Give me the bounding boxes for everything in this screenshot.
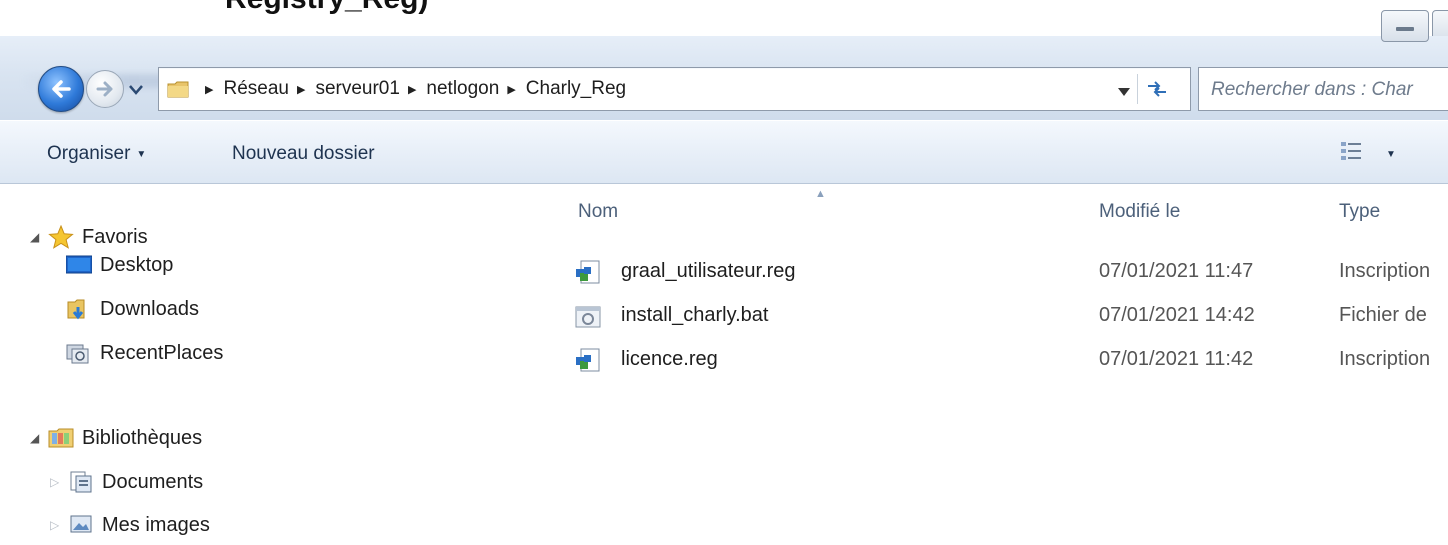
- file-row[interactable]: licence.reg 07/01/2021 11:42 Inscription: [575, 342, 1448, 382]
- forward-button[interactable]: [86, 70, 124, 108]
- desktop-icon: [66, 255, 92, 274]
- file-name: licence.reg: [621, 348, 718, 370]
- chevron-down-icon: ▼: [136, 149, 147, 160]
- divider: [1137, 74, 1138, 104]
- history-dropdown-button[interactable]: [128, 83, 144, 101]
- address-bar[interactable]: ▶ Réseau ▶ serveur01 ▶ netlogon ▶ Charly…: [158, 67, 1191, 111]
- libraries-icon: [48, 428, 74, 448]
- file-name: graal_utilisateur.reg: [621, 260, 796, 282]
- file-modified: 07/01/2021 11:47: [1099, 260, 1254, 282]
- command-bar: Organiser ▼ Nouveau dossier ▼: [0, 120, 1448, 184]
- sidebar-item-desktop[interactable]: Desktop: [66, 245, 173, 285]
- file-modified: 07/01/2021 11:42: [1099, 348, 1254, 370]
- organize-label: Organiser: [47, 143, 131, 164]
- file-modified: 07/01/2021 14:42: [1099, 304, 1255, 326]
- expand-arrow-icon[interactable]: ▷: [50, 475, 68, 489]
- file-name: install_charly.bat: [621, 304, 769, 326]
- view-dropdown-icon[interactable]: ▼: [1386, 149, 1396, 160]
- file-type: Fichier de: [1339, 304, 1427, 326]
- address-dropdown-button[interactable]: [1117, 84, 1131, 102]
- organize-button[interactable]: Organiser ▼: [47, 143, 146, 165]
- search-input[interactable]: Rechercher dans : Char: [1198, 67, 1448, 111]
- collapse-arrow-icon[interactable]: ◢: [30, 431, 48, 445]
- back-button[interactable]: [38, 66, 84, 112]
- refresh-icon: [1148, 81, 1166, 97]
- chevron-down-icon: [129, 85, 143, 95]
- downloads-folder-icon: [67, 299, 85, 320]
- breadcrumb-item-reseau[interactable]: Réseau: [223, 78, 289, 100]
- collapse-arrow-icon[interactable]: ◢: [30, 230, 48, 244]
- sidebar-item-label: Downloads: [100, 297, 199, 320]
- sidebar-item-label: RecentPlaces: [100, 341, 224, 364]
- forward-arrow-icon: [96, 81, 113, 97]
- breadcrumb-item-netlogon[interactable]: netlogon: [426, 78, 499, 100]
- window-title-strip: Registry_Reg): [0, 0, 1448, 36]
- chevron-down-icon: [1118, 88, 1130, 96]
- recent-places-icon: [66, 344, 89, 364]
- breadcrumb-separator-icon[interactable]: ▶: [205, 83, 213, 96]
- search-placeholder: Rechercher dans : Char: [1211, 79, 1413, 100]
- registry-file-icon: [576, 348, 600, 372]
- minimize-icon: [1396, 27, 1414, 31]
- window-title: Registry_Reg): [225, 0, 428, 16]
- refresh-button[interactable]: [1145, 78, 1169, 103]
- new-folder-button[interactable]: Nouveau dossier: [232, 143, 375, 165]
- batch-file-icon: [575, 306, 601, 328]
- sidebar-item-downloads[interactable]: Downloads: [66, 289, 199, 329]
- column-header-name[interactable]: Nom: [578, 201, 618, 223]
- sidebar-item-label: Mes images: [102, 513, 210, 536]
- file-type: Inscription: [1339, 260, 1431, 282]
- sidebar-item-recentplaces[interactable]: RecentPlaces: [66, 333, 223, 373]
- registry-file-icon: [576, 260, 600, 284]
- pictures-library-icon: [70, 515, 92, 533]
- window-button-partial[interactable]: [1432, 10, 1448, 36]
- sort-ascending-icon: ▲: [815, 188, 826, 200]
- view-options-icon[interactable]: [1340, 139, 1362, 165]
- sidebar-item-documents[interactable]: ▷ Documents: [50, 462, 203, 502]
- documents-library-icon: [70, 471, 92, 493]
- breadcrumb-item-serveur01[interactable]: serveur01: [315, 78, 400, 100]
- file-row[interactable]: install_charly.bat 07/01/2021 14:42 Fich…: [575, 298, 1448, 338]
- breadcrumb-item-charly-reg[interactable]: Charly_Reg: [526, 78, 626, 100]
- file-type: Inscription: [1339, 348, 1431, 370]
- column-header-type[interactable]: Type: [1339, 201, 1380, 223]
- sidebar-item-mes-images[interactable]: ▷ Mes images: [50, 505, 210, 545]
- folder-icon: [167, 81, 189, 98]
- breadcrumb-separator-icon[interactable]: ▶: [507, 83, 515, 96]
- file-row[interactable]: graal_utilisateur.reg 07/01/2021 11:47 I…: [575, 254, 1448, 294]
- back-arrow-icon: [52, 80, 71, 98]
- sidebar-item-bibliotheques[interactable]: ◢ Bibliothèques: [30, 418, 202, 458]
- sidebar-item-label: Desktop: [100, 253, 174, 276]
- breadcrumb-separator-icon[interactable]: ▶: [297, 83, 305, 96]
- sidebar-item-label: Bibliothèques: [82, 426, 203, 449]
- expand-arrow-icon[interactable]: ▷: [50, 518, 68, 532]
- sidebar-item-label: Documents: [102, 470, 204, 493]
- breadcrumb: ▶ Réseau ▶ serveur01 ▶ netlogon ▶ Charly…: [197, 68, 626, 110]
- minimize-button[interactable]: [1381, 10, 1429, 42]
- column-header-modified[interactable]: Modifié le: [1099, 201, 1180, 223]
- breadcrumb-separator-icon[interactable]: ▶: [408, 83, 416, 96]
